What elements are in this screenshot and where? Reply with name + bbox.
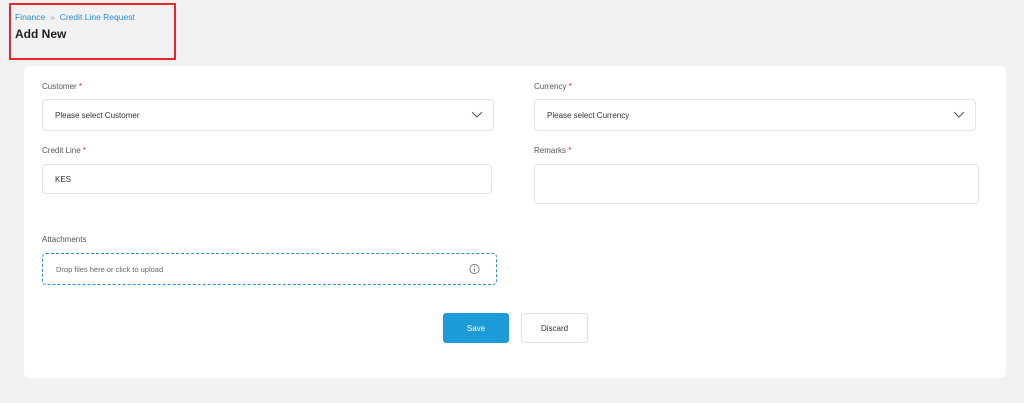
currency-select-value: Please select Currency [547,110,630,120]
credit-line-input[interactable]: KES [42,164,492,194]
currency-select[interactable]: Please select Currency [534,99,976,131]
remarks-label: Remarks * [534,146,572,155]
customer-select[interactable]: Please select Customer [42,99,494,131]
chevron-down-icon [953,111,965,118]
breadcrumb-separator: » [50,12,55,22]
required-marker: * [568,146,572,155]
save-button[interactable]: Save [443,313,509,343]
chevron-down-icon [471,111,483,118]
breadcrumb: Finance » Credit Line Request [15,12,135,22]
attachments-dropzone[interactable]: Drop files here or click to upload [42,253,497,285]
attachments-label: Attachments [42,235,87,244]
page-title: Add New [15,27,67,41]
breadcrumb-finance-link[interactable]: Finance [15,12,45,22]
credit-line-label: Credit Line * [42,146,87,155]
customer-label: Customer * [42,82,83,91]
remarks-textarea[interactable] [534,164,979,204]
required-marker: * [568,82,572,91]
dropzone-placeholder: Drop files here or click to upload [56,264,164,274]
breadcrumb-credit-line-request-link[interactable]: Credit Line Request [60,12,135,22]
credit-line-input-value: KES [55,174,72,184]
required-marker: * [82,146,87,155]
info-icon[interactable] [469,264,480,275]
customer-select-value: Please select Customer [55,110,140,120]
required-marker: * [78,82,83,91]
discard-button[interactable]: Discard [521,313,588,343]
currency-label: Currency * [534,82,572,91]
form-card: Customer * Please select Customer Curren… [24,66,1006,378]
